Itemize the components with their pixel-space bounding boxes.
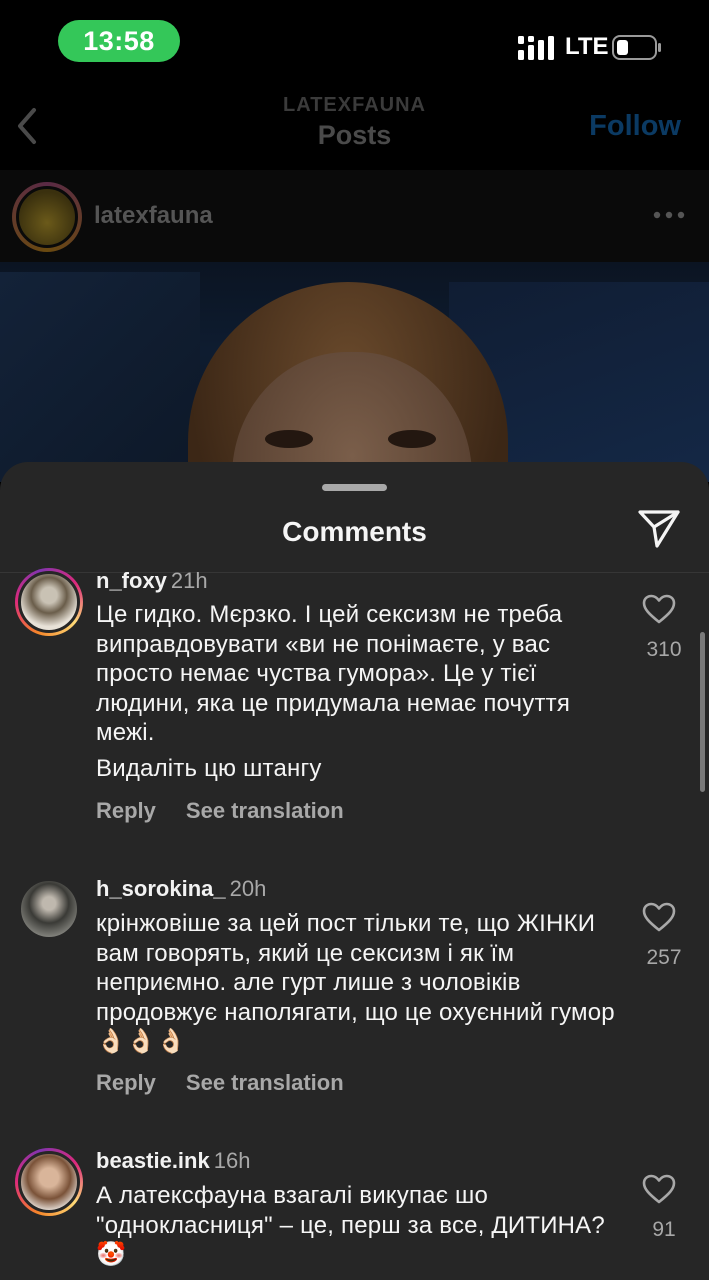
like-count: 310 [646, 638, 682, 661]
comments-sheet: Comments n_foxy 21h Це гидко. Мєрзко. І ц… [0, 462, 709, 1280]
comment-text: крінжовіше за цей пост тільки те, що ЖІН… [96, 909, 616, 1057]
heart-icon[interactable] [641, 1173, 677, 1205]
like-count: 91 [652, 1218, 676, 1241]
comment-text: Це гидко. Мєрзко. І цей сексизм не треба… [96, 600, 616, 783]
comment-username[interactable]: n_foxy [96, 568, 167, 593]
comment-avatar[interactable] [15, 1148, 83, 1216]
comment-avatar[interactable] [15, 568, 83, 636]
comment-actions: Reply See translation [96, 1070, 344, 1096]
comment-paragraph: Це гидко. Мєрзко. І цей сексизм не треба… [96, 601, 571, 746]
comment-time: 21h [170, 568, 208, 593]
comment-paragraph: А латексфауна взагалі викупає шо "однокл… [96, 1182, 605, 1239]
comment-avatar[interactable] [15, 875, 83, 943]
ok-hand-emoji: 👌🏻👌🏻👌🏻 [96, 1028, 187, 1055]
status-time: 13:58 [58, 20, 180, 62]
post-image [0, 262, 709, 482]
comment-time: 20h [229, 876, 267, 901]
reply-button[interactable]: Reply [96, 1070, 156, 1095]
more-options-icon[interactable] [653, 210, 685, 220]
top-nav-bar: LATEXFAUNA Posts Follow [0, 90, 709, 170]
post-header: latexfauna [0, 170, 709, 262]
comments-scrollbar[interactable] [700, 632, 705, 792]
comment-time: 16h [213, 1148, 251, 1173]
clown-emoji: 🤡 [96, 1241, 127, 1268]
network-type: LTE [565, 33, 609, 60]
share-send-icon[interactable] [637, 508, 681, 550]
cellular-signal-icon [518, 36, 554, 60]
comment-paragraph: крінжовіше за цей пост тільки те, що ЖІН… [96, 910, 615, 1026]
comment-header: h_sorokina_ 20h [96, 876, 266, 902]
follow-button[interactable]: Follow [589, 110, 681, 143]
comment-actions: Reply See translation [96, 798, 344, 824]
see-translation-button[interactable]: See translation [186, 1070, 344, 1095]
comment-header: n_foxy 21h [96, 568, 208, 594]
like-count: 257 [646, 946, 682, 969]
status-bar: 13:58 LTE [0, 0, 709, 90]
comment-text: А латексфауна взагалі викупає шо "однокл… [96, 1181, 616, 1270]
sheet-grabber[interactable] [322, 484, 387, 491]
heart-icon[interactable] [641, 593, 677, 625]
comment-paragraph: Видаліть цю штангу [96, 754, 322, 782]
comment-username[interactable]: beastie.ink [96, 1148, 210, 1173]
reply-button[interactable]: Reply [96, 798, 156, 823]
post-author-username[interactable]: latexfauna [94, 202, 213, 230]
battery-icon [612, 35, 661, 60]
post-author-avatar[interactable] [12, 182, 82, 252]
comment-username[interactable]: h_sorokina_ [96, 876, 226, 901]
heart-icon[interactable] [641, 901, 677, 933]
comment-header: beastie.ink 16h [96, 1148, 250, 1174]
see-translation-button[interactable]: See translation [186, 798, 344, 823]
sheet-title: Comments [282, 516, 427, 547]
